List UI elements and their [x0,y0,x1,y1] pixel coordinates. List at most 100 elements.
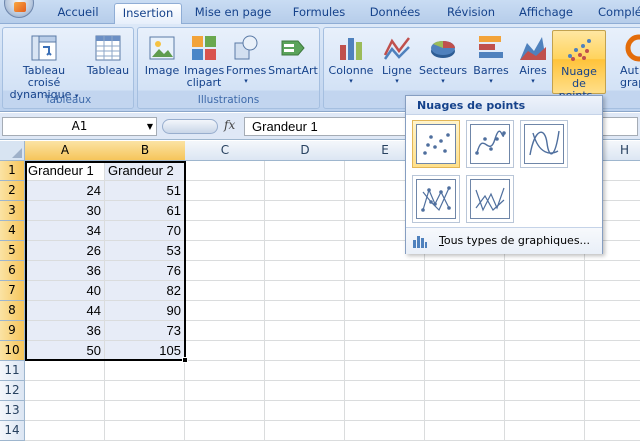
cell-d14[interactable] [265,421,345,441]
cell-b11[interactable] [105,361,185,381]
row-header-7[interactable]: 7 [0,281,25,301]
gallery-item-scatter-smooth-markers[interactable] [466,120,514,168]
row-header-1[interactable]: 1 [0,161,25,181]
cell-e11[interactable] [345,361,425,381]
cell-c9[interactable] [185,321,265,341]
cell-g7[interactable] [505,281,585,301]
column-header-a[interactable]: A [25,141,106,161]
cell-c2[interactable] [185,181,265,201]
column-header-d[interactable]: D [265,141,346,161]
cell-h7[interactable] [585,281,640,301]
pie-chart-button[interactable]: Secteurs ▾ [419,30,467,85]
row-header-6[interactable]: 6 [0,261,25,281]
all-chart-types-button[interactable]: Tous types de graphiques... [406,227,602,254]
cell-b2[interactable]: 51 [105,181,185,201]
cell-a3[interactable]: 30 [25,201,105,221]
cell-h9[interactable] [585,321,640,341]
cell-e9[interactable] [345,321,425,341]
office-button[interactable] [4,0,34,18]
cell-h6[interactable] [585,261,640,281]
cell-c11[interactable] [185,361,265,381]
cell-d12[interactable] [265,381,345,401]
row-header-9[interactable]: 9 [0,321,25,341]
cell-d5[interactable] [265,241,345,261]
cell-f9[interactable] [425,321,505,341]
tab-formules[interactable]: Formules [286,3,352,24]
cell-a5[interactable]: 26 [25,241,105,261]
cell-c1[interactable] [185,161,265,181]
cell-a4[interactable]: 34 [25,221,105,241]
cell-f12[interactable] [425,381,505,401]
cell-h13[interactable] [585,401,640,421]
cell-d1[interactable] [265,161,345,181]
cell-c12[interactable] [185,381,265,401]
cell-f6[interactable] [425,261,505,281]
shapes-button[interactable]: Formes ▾ [226,30,266,85]
area-chart-button[interactable]: Aires ▾ [515,30,551,85]
cell-b10[interactable]: 105 [105,341,185,361]
line-chart-button[interactable]: Ligne ▾ [377,30,417,85]
cell-g9[interactable] [505,321,585,341]
cell-g6[interactable] [505,261,585,281]
tab-donnees[interactable]: Données [360,3,430,24]
cell-c5[interactable] [185,241,265,261]
tab-complements[interactable]: Complé [588,3,640,24]
cell-e13[interactable] [345,401,425,421]
column-chart-button[interactable]: Colonne ▾ [327,30,375,85]
cell-a6[interactable]: 36 [25,261,105,281]
cell-h10[interactable] [585,341,640,361]
cell-a7[interactable]: 40 [25,281,105,301]
row-header-5[interactable]: 5 [0,241,25,261]
cell-a11[interactable] [25,361,105,381]
cell-c14[interactable] [185,421,265,441]
name-box-dropdown-icon[interactable]: ▼ [147,118,153,135]
cell-g11[interactable] [505,361,585,381]
cell-f14[interactable] [425,421,505,441]
cell-f7[interactable] [425,281,505,301]
cell-b13[interactable] [105,401,185,421]
cell-c6[interactable] [185,261,265,281]
cell-d9[interactable] [265,321,345,341]
cell-d2[interactable] [265,181,345,201]
cell-e6[interactable] [345,261,425,281]
cell-g8[interactable] [505,301,585,321]
cell-h12[interactable] [585,381,640,401]
cell-b1[interactable]: Grandeur 2 [105,161,185,181]
tab-accueil[interactable]: Accueil [50,3,106,24]
cell-e7[interactable] [345,281,425,301]
cell-c13[interactable] [185,401,265,421]
formula-bar-resize-handle[interactable] [162,119,218,134]
gallery-item-scatter-straight[interactable] [466,175,514,223]
smartart-button[interactable]: SmartArt [268,30,318,77]
scatter-chart-button[interactable]: Nuage de points ▾ [552,30,606,102]
cell-b9[interactable]: 73 [105,321,185,341]
cell-f13[interactable] [425,401,505,421]
cell-d7[interactable] [265,281,345,301]
table-button[interactable]: Tableau [85,30,131,77]
picture-button[interactable]: Image [142,30,182,77]
cell-a8[interactable]: 44 [25,301,105,321]
cell-a14[interactable] [25,421,105,441]
cell-d13[interactable] [265,401,345,421]
cell-e8[interactable] [345,301,425,321]
cell-d3[interactable] [265,201,345,221]
cell-h8[interactable] [585,301,640,321]
cell-e10[interactable] [345,341,425,361]
cell-a2[interactable]: 24 [25,181,105,201]
cell-d11[interactable] [265,361,345,381]
cell-b8[interactable]: 90 [105,301,185,321]
row-header-14[interactable]: 14 [0,421,25,441]
name-box[interactable]: A1 ▼ [2,117,157,136]
clipart-button[interactable]: Images clipart [184,30,224,89]
cell-f11[interactable] [425,361,505,381]
row-header-10[interactable]: 10 [0,341,25,361]
cell-b12[interactable] [105,381,185,401]
row-header-3[interactable]: 3 [0,201,25,221]
cell-d10[interactable] [265,341,345,361]
cell-d8[interactable] [265,301,345,321]
cell-h11[interactable] [585,361,640,381]
cell-f10[interactable] [425,341,505,361]
gallery-item-scatter-smooth[interactable] [520,120,568,168]
select-all-corner[interactable] [0,141,25,161]
cell-b5[interactable]: 53 [105,241,185,261]
